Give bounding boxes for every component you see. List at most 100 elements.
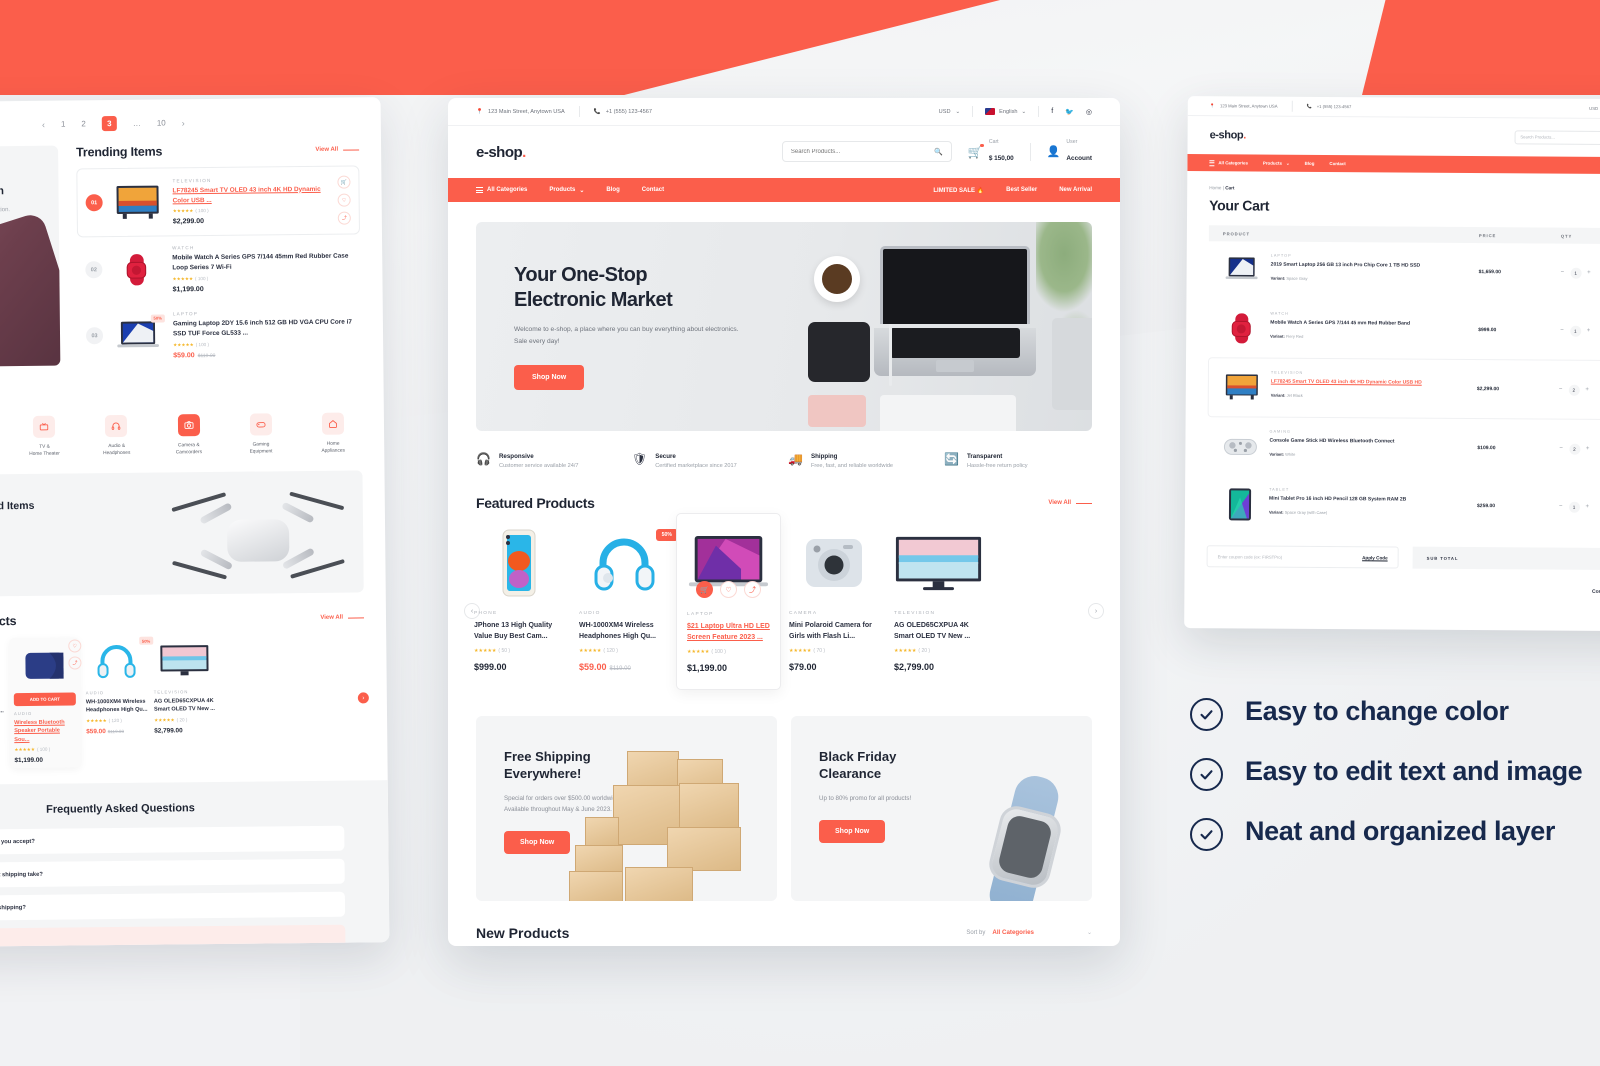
category-item-tv[interactable]: TV & Home Theater xyxy=(15,415,73,458)
sort-by-select[interactable]: Sort by All Categories ⌄ xyxy=(966,929,1092,936)
pagination-page-10[interactable]: 10 xyxy=(157,118,166,127)
category-item-home[interactable]: Home Appliances xyxy=(304,412,362,455)
qty-value[interactable]: 1 xyxy=(1569,325,1581,337)
nav-contact[interactable]: Contact xyxy=(642,187,664,193)
product-name[interactable]: JPhone 13 High Quality Value Buy Best Ca… xyxy=(474,621,563,643)
qty-value[interactable]: 1 xyxy=(1568,501,1580,513)
product-name[interactable]: Mini Tablet Pro 16 inch HD Pencil 128 GB… xyxy=(1269,495,1406,504)
qty-decrease[interactable]: − xyxy=(1559,446,1563,452)
faq-item[interactable]: How long does the product shipping take? xyxy=(0,858,345,889)
heart-icon[interactable]: ♡ xyxy=(68,639,82,653)
cart-row[interactable]: WATCH Mobile Watch A Series GPS 7/144 45… xyxy=(1208,299,1600,361)
product-card[interactable]: CAMERA Mini Polaroid Camera for Girls wi… xyxy=(781,525,886,672)
account-summary[interactable]: 👤 User Account xyxy=(1047,139,1092,165)
nav-blog[interactable]: Blog xyxy=(1305,161,1315,166)
qty-value[interactable]: 1 xyxy=(1570,267,1582,279)
product-name[interactable]: Console Game Stick HD Wireless Bluetooth… xyxy=(1269,437,1394,446)
faq-item[interactable]: What payment methods do you accept? xyxy=(0,825,345,856)
qty-increase[interactable]: + xyxy=(1586,504,1590,510)
product-name[interactable]: $21 Laptop Ultra HD LED Screen Feature 2… xyxy=(687,622,770,644)
trend-product-name[interactable]: Mobile Watch A Series GPS 7/144 45mm Red… xyxy=(172,252,352,274)
qty-decrease[interactable]: − xyxy=(1559,387,1563,393)
product-card[interactable]: PHONE JPhone 13 High Quality Value Buy B… xyxy=(466,525,571,672)
trending-row[interactable]: 03 50% LAPTOP Gaming Laptop 2DY 15.6 inc… xyxy=(78,300,362,369)
heart-icon[interactable]: ♡ xyxy=(337,193,351,207)
category-item-mobile[interactable]: Mobile &Accessories xyxy=(0,416,1,459)
nav-all-categories[interactable]: All Categories xyxy=(1209,159,1248,166)
category-item-audio[interactable]: Audio & Headphones xyxy=(87,414,145,457)
faq-item[interactable]: Do you offer international shipping? xyxy=(0,891,346,922)
search-box[interactable]: Search Products... 🔍 xyxy=(1514,130,1600,146)
featured-view-all-link[interactable]: View All xyxy=(1048,500,1092,506)
pagination-next[interactable]: › xyxy=(182,118,185,128)
product-name[interactable]: Mobile Watch A Series GPS 7/144 45 mm Re… xyxy=(1270,319,1410,328)
search-box[interactable]: 🔍 xyxy=(781,141,952,163)
recommended-view-all-link[interactable]: View All xyxy=(320,614,365,621)
recommended-card-highlighted[interactable]: ♡ ⤴ ADD TO CART AUDIO Wireless Bluetooth… xyxy=(9,637,82,769)
search-icon[interactable]: 🔍 xyxy=(934,148,943,156)
cart-icon[interactable]: 🛒 xyxy=(968,143,984,159)
product-name[interactable]: Mini Polaroid Camera for Girls with Flas… xyxy=(0,699,4,716)
pagination-page-1[interactable]: 1 xyxy=(61,120,66,129)
banner-shop-now-button[interactable]: Shop Now xyxy=(504,831,571,855)
trending-row[interactable]: 01 TELEVISION LF78245 Smart TV OLED 43 i… xyxy=(76,165,360,238)
currency-select[interactable]: USD⌄ xyxy=(939,109,961,115)
qty-decrease[interactable]: − xyxy=(1560,328,1564,334)
site-logo[interactable]: e-shop. xyxy=(1210,129,1246,141)
qty-stepper[interactable]: − 1 + xyxy=(1559,501,1600,513)
cart-row-highlighted[interactable]: TELEVISION LF78245 Smart TV OLED 43 inch… xyxy=(1207,357,1600,421)
cart-row[interactable]: GAMING Console Game Stick HD Wireless Bl… xyxy=(1207,417,1600,479)
pagination-prev[interactable]: ‹ xyxy=(42,119,45,129)
qty-increase[interactable]: + xyxy=(1585,387,1589,393)
currency-select[interactable]: USD⌄ xyxy=(1589,106,1600,111)
pagination-page-active[interactable]: 3 xyxy=(101,115,117,132)
product-name[interactable]: LF78245 Smart TV OLED 43 inch 4K HD Dyna… xyxy=(1271,378,1422,387)
recommended-card[interactable]: TELEVISION AG OLED65CXPUA 4K Smart OLED … xyxy=(153,636,216,767)
language-select[interactable]: English ⌄ xyxy=(985,108,1026,115)
qty-increase[interactable]: + xyxy=(1587,270,1591,276)
trending-view-all-link[interactable]: View All xyxy=(315,146,360,153)
coupon-input-group[interactable]: Enter coupon code (ex: FIRSTPro) Apply C… xyxy=(1206,545,1399,569)
hero-shop-now-button[interactable]: Shop Now xyxy=(514,365,585,391)
recommended-card[interactable]: 50% AUDIO WH-1000XM4 Wireless Headphones… xyxy=(85,636,154,768)
product-card[interactable]: TELEVISION AG OLED65CXPUA 4K Smart OLED … xyxy=(886,525,991,672)
add-to-cart-button[interactable]: ADD TO CART xyxy=(13,692,76,707)
category-item-gaming[interactable]: Gaming Equipment xyxy=(232,413,290,456)
cart-row[interactable]: LAPTOP 2019 Smart Laptop 256 GB 13 inch … xyxy=(1208,241,1600,303)
trend-product-name[interactable]: Gaming Laptop 2DY 15.6 inch 512 GB HD VG… xyxy=(173,317,353,339)
recommended-card[interactable]: CAMERA Mini Polaroid Camera for Girls wi… xyxy=(0,638,5,769)
nav-contact[interactable]: Contact xyxy=(1329,161,1345,166)
user-icon[interactable]: 👤 xyxy=(1047,145,1061,158)
qty-value[interactable]: 2 xyxy=(1568,443,1580,455)
cart-icon[interactable]: 🛒 xyxy=(337,175,351,189)
apply-code-button[interactable]: Apply Code xyxy=(1362,555,1388,560)
trending-row[interactable]: 02 WATCH Mobile Watch A Series GPS 7/144… xyxy=(77,234,361,303)
share-icon[interactable]: ⤴ xyxy=(744,581,761,598)
nav-limited-sale[interactable]: LIMITED SALE 🔥 xyxy=(933,187,984,194)
continue-shopping-link[interactable]: Continue Shopping xyxy=(1592,589,1600,595)
pagination[interactable]: ‹ 1 2 3 … 10 › xyxy=(0,97,359,147)
cart-row[interactable]: TABLET Mini Tablet Pro 16 inch HD Pencil… xyxy=(1207,475,1600,537)
nav-blog[interactable]: Blog xyxy=(606,187,619,193)
product-name[interactable]: 2019 Smart Laptop 256 GB 13 inch Pro Chi… xyxy=(1271,261,1421,270)
share-icon[interactable]: ⤴ xyxy=(68,656,82,670)
carousel-next-button[interactable]: › xyxy=(357,692,369,704)
nav-all-categories[interactable]: All Categories xyxy=(476,187,527,193)
product-card-highlighted[interactable]: 🛒 ♡ ⤴ LAPTOP $21 Laptop Ultra HD LED Scr… xyxy=(676,513,781,690)
carousel-next-button[interactable]: › xyxy=(1088,603,1104,619)
nav-best-seller[interactable]: Best Seller xyxy=(1006,187,1037,193)
heart-icon[interactable]: ♡ xyxy=(720,581,737,598)
qty-decrease[interactable]: − xyxy=(1559,504,1563,510)
qty-value[interactable]: 2 xyxy=(1568,384,1580,396)
banner-shop-now-button[interactable]: Shop Now xyxy=(819,819,886,843)
qty-increase[interactable]: + xyxy=(1586,446,1590,452)
site-logo[interactable]: e-shop. xyxy=(476,144,526,161)
pagination-page-2[interactable]: 2 xyxy=(81,119,86,128)
product-card[interactable]: 50% AUDIO WH-1000XM4 Wireless Headphones… xyxy=(571,525,678,672)
search-input[interactable] xyxy=(790,148,921,155)
breadcrumb-home[interactable]: Home xyxy=(1209,185,1221,190)
qty-stepper[interactable]: − 1 + xyxy=(1560,325,1600,337)
nav-products[interactable]: Products ⌄ xyxy=(549,187,584,194)
trend-product-name[interactable]: LF78245 Smart TV OLED 43 inch 4K HD Dyna… xyxy=(172,184,327,205)
cart-icon[interactable]: 🛒 xyxy=(696,581,713,598)
